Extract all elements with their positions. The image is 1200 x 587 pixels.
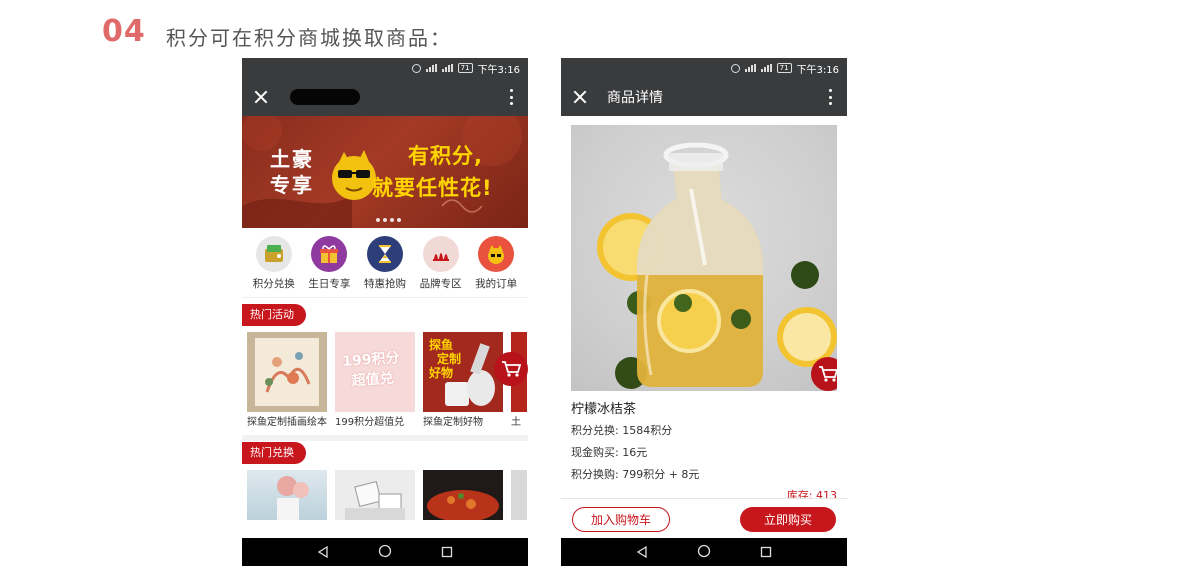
mixed-price: 积分换购: 799积分 + 8元 — [571, 468, 700, 481]
category-label: 我的订单 — [475, 278, 518, 290]
category-label: 积分兑换 — [252, 278, 295, 290]
banner-left-text: 土豪 专享 — [270, 146, 314, 198]
hot-exchange-list — [242, 464, 528, 520]
app-bar: 商品详情 — [561, 78, 847, 116]
product-image — [335, 470, 415, 520]
brand-icon — [422, 236, 459, 272]
home-icon[interactable] — [378, 543, 392, 562]
product-image-text-line: 超值兑 — [351, 370, 395, 390]
product-image — [571, 125, 837, 391]
category-flash-sale[interactable]: 特惠抢购 — [358, 236, 412, 291]
cash-price: 现金购买: 16元 — [571, 446, 648, 459]
more-menu-icon[interactable] — [510, 89, 514, 105]
step-number: 04 — [102, 14, 146, 49]
product-name: 柠檬冰桔茶 — [571, 402, 637, 417]
product-card[interactable]: 199积分 超值兑 199积分超值兑 — [335, 332, 415, 429]
product-name: 土 — [511, 417, 521, 428]
points-exchange-price: 积分兑换: 1584积分 — [571, 424, 673, 437]
signal-icon — [760, 64, 772, 72]
category-points-exchange[interactable]: 积分兑换 — [247, 236, 301, 291]
category-birthday[interactable]: 生日专享 — [302, 236, 356, 291]
category-my-orders[interactable]: 我的订单 — [469, 236, 523, 291]
product-name: 199积分超值兑 — [335, 417, 405, 428]
back-icon[interactable] — [636, 543, 648, 562]
page-title: 商品详情 — [607, 90, 663, 106]
status-time: 下午3:16 — [796, 64, 839, 76]
shopping-cart-icon — [502, 361, 521, 377]
alarm-icon — [411, 63, 421, 73]
signal-icon — [425, 64, 437, 72]
action-bar: 加入购物车 立即购买 — [561, 498, 847, 538]
mascot-icon — [478, 236, 515, 272]
product-image — [247, 332, 327, 412]
product-name: 探鱼定制插画绘本 — [247, 417, 327, 428]
category-label: 生日专享 — [308, 278, 351, 290]
recent-apps-icon[interactable] — [441, 543, 453, 562]
alarm-icon — [730, 63, 740, 73]
product-name: 探鱼定制好物 — [423, 417, 483, 428]
hot-activities-list: 探鱼定制插画绘本 199积分 超值兑 199积分超值兑 探鱼 定制 好物 探鱼定… — [242, 326, 528, 429]
points-mall-screen: 71 下午3:16 土豪 专享 有积分, 就要任性花! 积分兑换 生日专享 特惠… — [242, 58, 528, 566]
buy-now-button[interactable]: 立即购买 — [740, 507, 836, 532]
section-divider — [242, 435, 528, 441]
category-brand-zone[interactable]: 品牌专区 — [414, 236, 468, 291]
signal-icon — [744, 64, 756, 72]
gift-icon — [311, 236, 348, 272]
battery-icon: 71 — [457, 63, 473, 73]
banner-text-line: 就要任性花! — [372, 176, 493, 200]
product-image: 探鱼 定制 好物 — [423, 332, 503, 412]
signal-icon — [441, 64, 453, 72]
product-image — [423, 470, 503, 520]
product-card[interactable]: 探鱼 定制 好物 探鱼定制好物 — [423, 332, 503, 429]
status-time: 下午3:16 — [477, 64, 520, 76]
system-nav-bar — [242, 538, 528, 566]
product-image — [247, 470, 327, 520]
category-nav: 积分兑换 生日专享 特惠抢购 品牌专区 我的订单 — [242, 228, 528, 298]
section-tag-hot-exchange: 热门兑换 — [242, 442, 306, 464]
banner-text-line: 专享 — [270, 173, 314, 197]
status-bar: 71 下午3:16 — [242, 58, 528, 78]
cart-button[interactable] — [494, 352, 528, 386]
redacted-title — [290, 89, 360, 105]
promo-banner[interactable]: 土豪 专享 有积分, 就要任性花! — [242, 116, 528, 228]
back-icon[interactable] — [317, 543, 329, 562]
system-nav-bar — [561, 538, 847, 566]
product-image — [511, 470, 527, 520]
product-image-text: 199积分 超值兑 — [342, 348, 402, 392]
close-icon[interactable] — [252, 88, 270, 106]
home-icon[interactable] — [697, 543, 711, 562]
product-card[interactable] — [335, 470, 415, 520]
app-bar — [242, 78, 528, 116]
product-card[interactable] — [247, 470, 327, 520]
category-label: 品牌专区 — [419, 278, 462, 290]
status-bar: 71 下午3:16 — [561, 58, 847, 78]
banner-text-line: 土豪 — [270, 147, 314, 171]
banner-right-text: 有积分, 就要任性花! — [372, 140, 493, 204]
recent-apps-icon[interactable] — [760, 543, 772, 562]
iced-tea-bottle-illustration — [597, 142, 837, 389]
carousel-dots[interactable] — [376, 218, 401, 222]
cart-button[interactable] — [811, 357, 837, 391]
add-to-cart-button[interactable]: 加入购物车 — [572, 507, 670, 532]
section-tag-hot-activities: 热门活动 — [242, 304, 306, 326]
more-menu-icon[interactable] — [829, 89, 833, 105]
product-detail-screen: 71 下午3:16 商品详情 柠檬冰桔茶 积分兑换: 1584积分 现金购买: … — [561, 58, 847, 566]
product-image: 199积分 超值兑 — [335, 332, 415, 412]
product-card[interactable] — [423, 470, 503, 520]
step-title: 积分可在积分商城换取商品： — [166, 26, 452, 50]
category-label: 特惠抢购 — [363, 278, 406, 290]
product-card[interactable] — [511, 470, 527, 520]
close-icon[interactable] — [571, 88, 589, 106]
product-card[interactable]: 探鱼定制插画绘本 — [247, 332, 327, 429]
hourglass-icon — [366, 236, 403, 272]
shopping-cart-icon — [819, 366, 837, 382]
banner-text-line: 有积分, — [408, 144, 483, 168]
wallet-icon — [255, 236, 292, 272]
battery-icon: 71 — [776, 63, 792, 73]
